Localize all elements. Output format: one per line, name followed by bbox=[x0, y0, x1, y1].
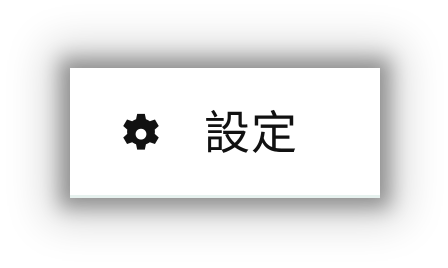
menu-item-settings[interactable]: 設定 bbox=[70, 68, 380, 198]
context-menu: 設定 bbox=[70, 68, 380, 198]
gear-icon bbox=[114, 106, 168, 160]
menu-item-label: 設定 bbox=[204, 106, 298, 160]
